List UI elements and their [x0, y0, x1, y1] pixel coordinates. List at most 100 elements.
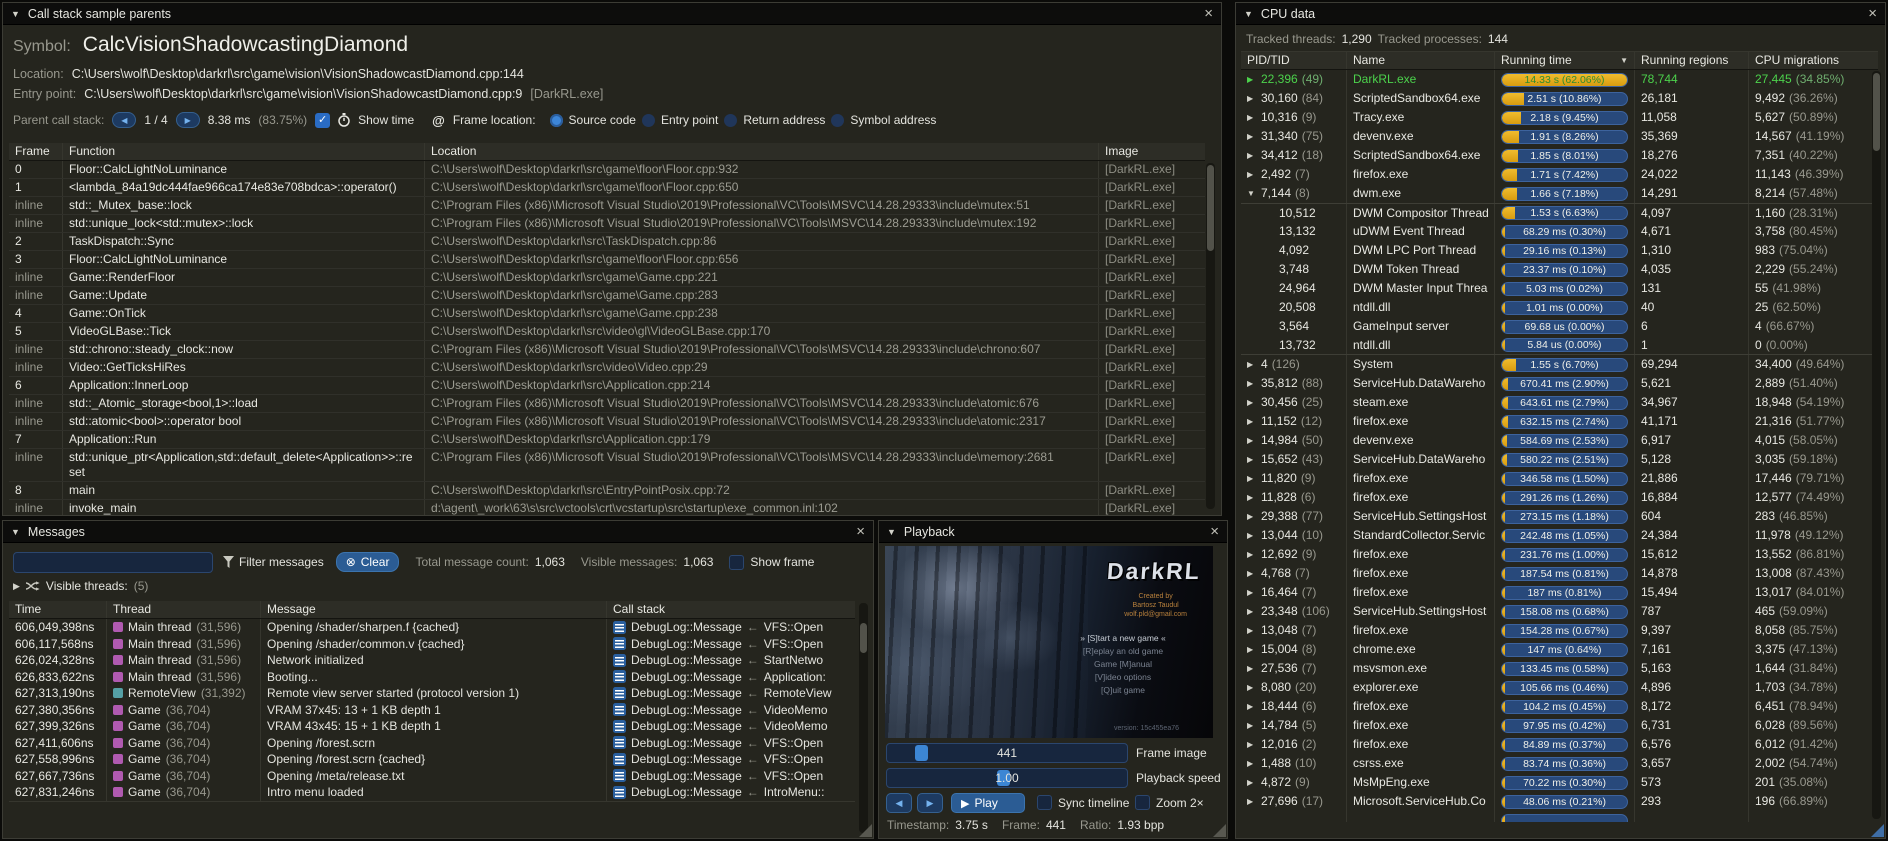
cpu-process-row[interactable]: ▶ 12,016 (2) firefox.exe 84.89 ms (0.37%…	[1241, 735, 1878, 754]
expander-icon[interactable]: ▶	[1247, 622, 1257, 639]
callstack-frame[interactable]: DebugLog::Message	[631, 719, 742, 734]
callstack-frame[interactable]: DebugLog::Message	[631, 752, 742, 767]
cpu-process-row[interactable]: ▶ 12,692 (9) firefox.exe 231.76 ms (1.00…	[1241, 545, 1878, 564]
expander-icon[interactable]: ▶	[1247, 90, 1257, 107]
frame-row[interactable]: 0 Floor::CalcLightNoLuminance C:\Users\w…	[9, 161, 1205, 179]
cpu-process-row[interactable]: ▶ 27,696 (17) Microsoft.ServiceHub.Co 48…	[1241, 792, 1878, 811]
frame-row[interactable]: 4 Game::OnTick C:\Users\wolf\Desktop\dar…	[9, 305, 1205, 323]
callstack-parent-frame[interactable]: VFS::Open	[764, 620, 823, 635]
expander-icon[interactable]: ▶	[1247, 375, 1257, 392]
callstack-icon[interactable]	[613, 621, 626, 634]
expander-icon[interactable]: ▶	[1247, 736, 1257, 753]
cpu-process-row[interactable]: 3,748 DWM Token Thread 23.37 ms (0.10%) …	[1241, 260, 1878, 279]
frame-row[interactable]: inline invoke_main d:\agent\_work\63\s\s…	[9, 500, 1205, 515]
callstack-parent-frame[interactable]: VFS::Open	[764, 769, 823, 784]
cpu-process-row[interactable]: ▶ 1,488 (10) csrss.exe 83.74 ms (0.36%) …	[1241, 754, 1878, 773]
callstack-frame[interactable]: DebugLog::Message	[631, 637, 742, 652]
expander-icon[interactable]: ▶	[1247, 774, 1257, 791]
message-row[interactable]: 627,831,246ns Game (36,704) Intro menu l…	[9, 784, 855, 801]
callstack-icon[interactable]	[613, 736, 626, 749]
entry-point-path[interactable]: C:\Users\wolf\Desktop\darkrl\src\game\vi…	[84, 87, 522, 101]
collapse-icon[interactable]: ▼	[887, 527, 896, 537]
radio-icon[interactable]	[642, 114, 655, 127]
cpu-panel-titlebar[interactable]: ▼ CPU data ×	[1236, 3, 1885, 25]
expander-icon[interactable]: ▶	[1247, 166, 1257, 183]
col-cpu-migrations[interactable]: CPU migrations	[1749, 52, 1878, 69]
expander-icon[interactable]: ▶	[1247, 527, 1257, 544]
expander-icon[interactable]: ▶	[1247, 451, 1257, 468]
filter-input[interactable]	[13, 552, 213, 573]
callstack-parent-frame[interactable]: VFS::Open	[764, 637, 823, 652]
playback-panel-titlebar[interactable]: ▼ Playback ×	[879, 521, 1227, 543]
prev-callstack-button[interactable]: ◀	[112, 112, 136, 128]
radio-icon[interactable]	[724, 114, 737, 127]
frame-row[interactable]: inline std::_Mutex_base::lock C:\Program…	[9, 197, 1205, 215]
location-path[interactable]: C:\Users\wolf\Desktop\darkrl\src\game\vi…	[72, 67, 524, 81]
callstack-icon[interactable]	[613, 769, 626, 782]
callstack-panel-titlebar[interactable]: ▼ Call stack sample parents ×	[3, 3, 1221, 25]
cpu-scrollbar[interactable]	[1872, 71, 1881, 819]
cpu-process-row[interactable]: 4,092 DWM LPC Port Thread 29.16 ms (0.13…	[1241, 241, 1878, 260]
frame-row[interactable]: inline Game::Update C:\Users\wolf\Deskto…	[9, 287, 1205, 305]
frame-row[interactable]: 6 Application::InnerLoop C:\Users\wolf\D…	[9, 377, 1205, 395]
callstack-icon[interactable]	[613, 654, 626, 667]
message-row[interactable]: 627,313,190ns RemoteView (31,392) Remote…	[9, 685, 855, 702]
callstack-frame[interactable]: DebugLog::Message	[631, 670, 742, 685]
resize-grip[interactable]	[1213, 824, 1226, 837]
scrollbar-thumb[interactable]	[1207, 165, 1214, 251]
cpu-process-row[interactable]: ▶ 30,160 (84) ScriptedSandbox64.exe 2.51…	[1241, 89, 1878, 108]
frame-row[interactable]: inline std::chrono::steady_clock::now C:…	[9, 341, 1205, 359]
sync-timeline-checkbox[interactable]	[1037, 795, 1052, 810]
callstack-frame[interactable]: DebugLog::Message	[631, 620, 742, 635]
cpu-process-row[interactable]: 10,512 DWM Compositor Thread 1.53 s (6.6…	[1241, 203, 1878, 222]
expander-icon[interactable]: ▶	[1247, 641, 1257, 658]
scrollbar-thumb[interactable]	[860, 623, 867, 653]
frame-row[interactable]: inline std::atomic<bool>::operator bool …	[9, 413, 1205, 431]
callstack-frame[interactable]: DebugLog::Message	[631, 653, 742, 668]
callstack-frame[interactable]: DebugLog::Message	[631, 785, 742, 800]
message-row[interactable]: 626,833,622ns Main thread (31,596) Booti…	[9, 669, 855, 686]
callstack-icon[interactable]	[613, 720, 626, 733]
cpu-process-row[interactable]: ▶ 29,388 (77) ServiceHub.SettingsHost 27…	[1241, 507, 1878, 526]
frame-location-radio[interactable]: Return address	[724, 113, 825, 127]
messages-panel-titlebar[interactable]: ▼ Messages ×	[3, 521, 873, 543]
callstack-icon[interactable]	[613, 786, 626, 799]
cpu-process-row[interactable]: 20,508 ntdll.dll 1.01 ms (0.00%) 40 25 (…	[1241, 298, 1878, 317]
resize-grip[interactable]	[859, 824, 872, 837]
expander-icon[interactable]: ▶	[1247, 603, 1257, 620]
callstack-frame[interactable]: DebugLog::Message	[631, 703, 742, 718]
frame-row[interactable]: inline Video::GetTicksHiRes C:\Users\wol…	[9, 359, 1205, 377]
callstack-frame[interactable]: DebugLog::Message	[631, 736, 742, 751]
cpu-process-row[interactable]: ▶ 11,152 (12) firefox.exe 632.15 ms (2.7…	[1241, 412, 1878, 431]
expander-icon[interactable]: ▶	[1247, 793, 1257, 810]
callstack-parent-frame[interactable]: RemoteView	[764, 686, 832, 701]
cpu-process-row[interactable]: ▶ 11,820 (9) firefox.exe 346.58 ms (1.50…	[1241, 469, 1878, 488]
prev-frame-button[interactable]: ◀	[886, 793, 912, 813]
callstack-parent-frame[interactable]: Application:	[764, 670, 826, 685]
cpu-process-row[interactable]: ▶ 4,768 (7) firefox.exe 187.54 ms (0.81%…	[1241, 564, 1878, 583]
frame-row[interactable]: 7 Application::Run C:\Users\wolf\Desktop…	[9, 431, 1205, 449]
callstack-icon[interactable]	[613, 687, 626, 700]
cpu-process-row[interactable]: ▶ 30,456 (25) steam.exe 643.61 ms (2.79%…	[1241, 393, 1878, 412]
expander-icon[interactable]: ▶	[1247, 660, 1257, 677]
show-time-checkbox[interactable]: ✓	[315, 113, 330, 128]
radio-icon[interactable]	[831, 114, 844, 127]
cpu-process-row[interactable]: ▶ 11,828 (6) firefox.exe 291.26 ms (1.26…	[1241, 488, 1878, 507]
frame-row[interactable]: 5 VideoGLBase::Tick C:\Users\wolf\Deskto…	[9, 323, 1205, 341]
cpu-process-row[interactable]: ▶ 27,536 (7) msvsmon.exe 133.45 ms (0.58…	[1241, 659, 1878, 678]
callstack-parent-frame[interactable]: VFS::Open	[764, 752, 823, 767]
cpu-process-row[interactable]: 13,132 uDWM Event Thread 68.29 ms (0.30%…	[1241, 222, 1878, 241]
cpu-process-row[interactable]: ▶ 14,784 (5) firefox.exe 97.95 ms (0.42%…	[1241, 716, 1878, 735]
frame-row[interactable]: inline std::unique_lock<std::mutex>::loc…	[9, 215, 1205, 233]
cpu-process-row[interactable]: ▶ 35,812 (88) ServiceHub.DataWareho 670.…	[1241, 374, 1878, 393]
frames-scrollbar[interactable]	[1206, 163, 1215, 509]
callstack-parent-frame[interactable]: IntroMenu::	[764, 785, 825, 800]
callstack-icon[interactable]	[613, 670, 626, 683]
message-row[interactable]: 627,411,606ns Game (36,704) Opening /for…	[9, 735, 855, 752]
collapse-icon[interactable]: ▼	[11, 527, 20, 537]
expand-threads-icon[interactable]: ▶	[13, 581, 20, 592]
cpu-process-row[interactable]: 24,964 DWM Master Input Threa 5.03 ms (0…	[1241, 279, 1878, 298]
frame-row[interactable]: 8 main C:\Users\wolf\Desktop\darkrl\src\…	[9, 482, 1205, 500]
cpu-process-row[interactable]: 13,732 ntdll.dll 5.84 us (0.00%) 1 0 (0.…	[1241, 336, 1878, 355]
cpu-process-row[interactable]: ▶ 23,348 (106) ServiceHub.SettingsHost 1…	[1241, 602, 1878, 621]
